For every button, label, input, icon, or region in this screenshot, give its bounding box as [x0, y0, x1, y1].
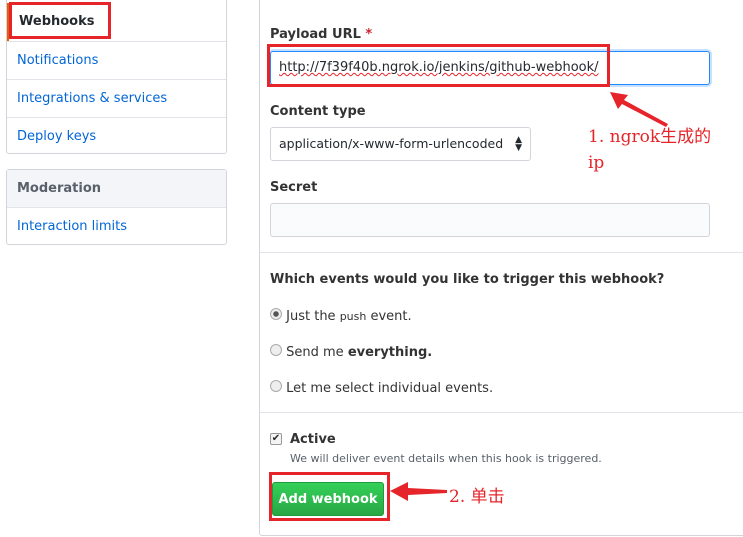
- annotation-1: 1. ngrok生成的 ip: [588, 127, 712, 173]
- annotation-2: 2. 单击: [449, 487, 505, 507]
- arrow-2: [390, 482, 447, 501]
- arrow-1: [610, 92, 668, 127]
- annotation-arrows: [390, 92, 668, 501]
